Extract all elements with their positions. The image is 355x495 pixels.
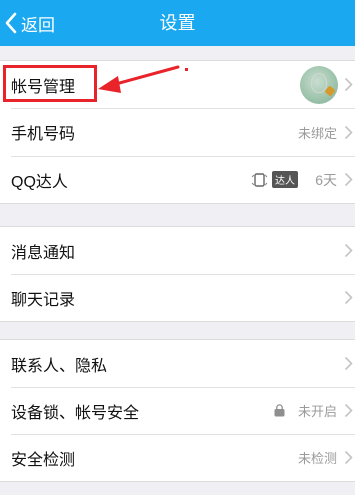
annotation-arrow-icon: [98, 65, 188, 93]
